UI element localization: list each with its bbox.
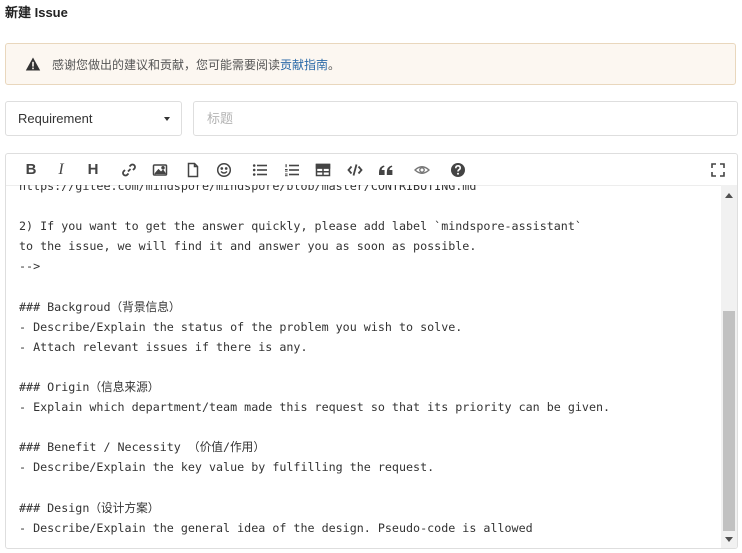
- caret-down-icon: [164, 117, 170, 121]
- bold-button[interactable]: B: [22, 161, 40, 179]
- table-icon[interactable]: [314, 161, 332, 179]
- editor-line: ### Backgroud（背景信息）: [19, 299, 181, 314]
- editor-line: 2) If you want to get the answer quickly…: [19, 219, 582, 234]
- markdown-editor: B I H https://gitee.com/mindspore/mindsp…: [5, 153, 738, 549]
- preview-icon[interactable]: [413, 161, 431, 179]
- link-icon[interactable]: [120, 161, 138, 179]
- issue-title-input[interactable]: [193, 101, 738, 136]
- editor-line: - Explain which department/team made thi…: [19, 400, 611, 415]
- notice-end: 。: [328, 57, 341, 72]
- bullet-list-icon[interactable]: [251, 161, 269, 179]
- editor-line: ### Origin（信息来源）: [19, 379, 160, 394]
- editor-line: - Attach relevant issues if there is any…: [19, 339, 308, 354]
- warning-icon: [25, 57, 41, 71]
- numbered-list-icon[interactable]: [283, 161, 301, 179]
- editor-line: - Describe/Explain the general idea of t…: [19, 520, 533, 535]
- editor-line: ### Benefit / Necessity （价值/作用）: [19, 440, 266, 455]
- editor-line: https://gitee.com/mindspore/mindspore/bl…: [19, 185, 477, 193]
- contribution-guide-link[interactable]: 贡献指南: [280, 56, 328, 73]
- help-icon[interactable]: [449, 161, 467, 179]
- image-icon[interactable]: [151, 161, 169, 179]
- contribution-notice: 感谢您做出的建议和贡献，您可能需要阅读 贡献指南。: [5, 43, 736, 85]
- editor-line: - Describe/Explain the key value by fulf…: [19, 460, 435, 475]
- page-title: 新建 Issue: [5, 5, 68, 20]
- editor-content[interactable]: https://gitee.com/mindspore/mindspore/bl…: [6, 185, 721, 548]
- scroll-down-arrow-icon[interactable]: [725, 537, 733, 542]
- scrollbar-thumb[interactable]: [723, 311, 735, 531]
- italic-button[interactable]: I: [52, 161, 70, 179]
- editor-line: -->: [19, 259, 41, 274]
- editor-text: https://gitee.com/mindspore/mindspore/bl…: [19, 185, 610, 538]
- notice-text: 感谢您做出的建议和贡献，您可能需要阅读: [52, 57, 281, 72]
- code-icon[interactable]: [346, 161, 364, 179]
- heading-button[interactable]: H: [84, 161, 102, 179]
- fullscreen-icon[interactable]: [709, 161, 727, 179]
- editor-line: - Describe/Explain the status of the pro…: [19, 319, 463, 334]
- editor-toolbar: B I H: [6, 154, 737, 186]
- editor-line: to the issue, we will find it and answer…: [19, 239, 477, 254]
- issue-type-select[interactable]: Requirement: [5, 101, 182, 136]
- issue-type-value: Requirement: [18, 111, 93, 126]
- emoji-icon[interactable]: [215, 161, 233, 179]
- editor-scrollbar[interactable]: [721, 185, 737, 548]
- scroll-up-arrow-icon[interactable]: [725, 193, 733, 198]
- editor-line: ### Design（设计方案）: [19, 500, 160, 515]
- file-icon[interactable]: [184, 161, 202, 179]
- quote-icon[interactable]: [377, 161, 395, 179]
